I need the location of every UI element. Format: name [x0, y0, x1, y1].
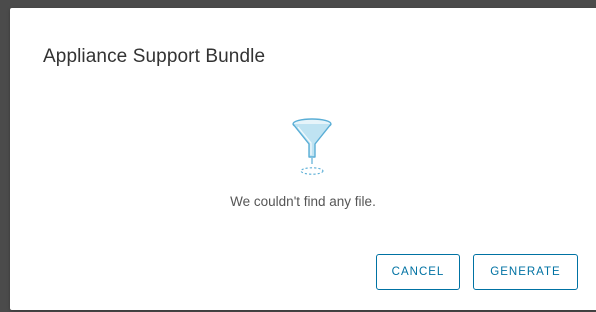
cancel-button[interactable]: CANCEL: [376, 254, 460, 290]
empty-state-message: We couldn't find any file.: [230, 194, 376, 209]
funnel-icon: [292, 118, 332, 175]
modal-title: Appliance Support Bundle: [43, 46, 266, 67]
modal-backdrop: Appliance Support Bundle We couldn't fin…: [0, 0, 596, 312]
generate-button[interactable]: GENERATE: [473, 254, 578, 290]
support-bundle-modal: Appliance Support Bundle We couldn't fin…: [10, 8, 596, 310]
